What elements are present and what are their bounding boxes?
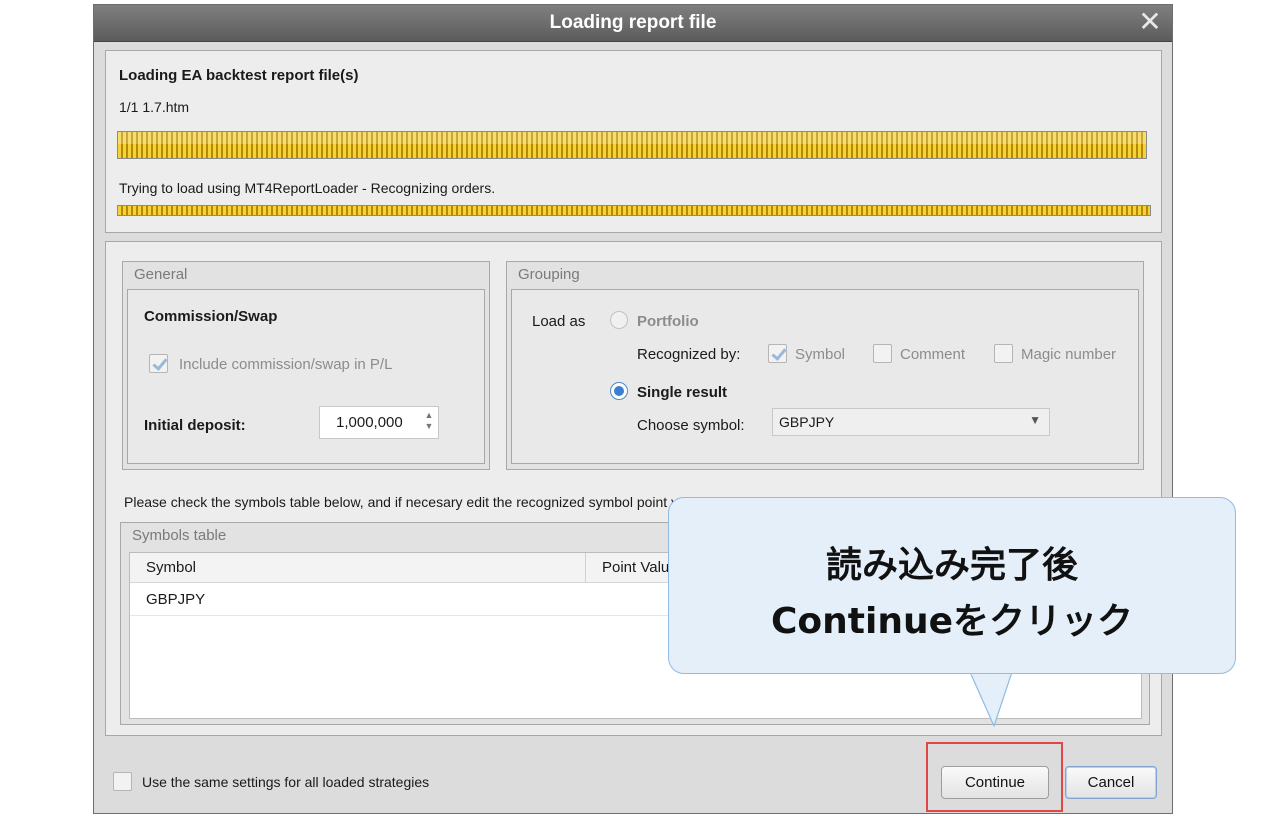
callout-pointer <box>969 671 1013 728</box>
magic-number-checkbox[interactable] <box>994 344 1013 363</box>
continue-highlight-box <box>926 742 1063 812</box>
same-settings-label: Use the same settings for all loaded str… <box>142 774 430 790</box>
chevron-down-icon: ▼ <box>1029 413 1041 427</box>
initial-deposit-stepper[interactable]: 1,000,000 ▲ ▼ <box>319 406 439 439</box>
include-commission-checkbox[interactable] <box>149 354 168 373</box>
stepper-arrows-icon[interactable]: ▲ ▼ <box>424 410 434 432</box>
status-text: Trying to load using MT4ReportLoader - R… <box>119 180 496 196</box>
grouping-group: Grouping Load as Portfolio Recognized by… <box>506 261 1144 470</box>
single-result-radio[interactable] <box>610 382 628 400</box>
recognized-by-label: Recognized by: <box>637 346 741 363</box>
symbol-checkbox[interactable] <box>768 344 787 363</box>
callout-line-2: Continueをクリック <box>770 601 1133 642</box>
file-progress-bar <box>117 131 1147 159</box>
portfolio-label: Portfolio <box>637 313 699 330</box>
comment-checkbox[interactable] <box>873 344 892 363</box>
comment-checkbox-label: Comment <box>900 346 966 363</box>
instruction-callout: 読み込み完了後 Continueをクリック <box>668 497 1236 674</box>
initial-deposit-value: 1,000,000 <box>336 414 403 431</box>
choose-symbol-select[interactable]: GBPJPY ▼ <box>772 408 1050 436</box>
grouping-group-title: Grouping <box>518 266 580 283</box>
title-bar: Loading report file ✕ <box>94 5 1172 42</box>
commission-box: Commission/Swap Include commission/swap … <box>127 289 485 464</box>
choose-symbol-label: Choose symbol: <box>637 417 745 434</box>
column-header-symbol[interactable]: Symbol <box>130 553 585 583</box>
dialog-title: Loading report file <box>549 12 717 33</box>
status-progress-bar <box>117 205 1151 216</box>
include-commission-label: Include commission/swap in P/L <box>179 356 393 373</box>
symbols-table-title: Symbols table <box>132 527 227 544</box>
general-group: General Commission/Swap Include commissi… <box>122 261 490 470</box>
grouping-box: Load as Portfolio Recognized by: Symbol … <box>511 289 1139 464</box>
choose-symbol-value: GBPJPY <box>779 414 835 430</box>
magic-number-label: Magic number <box>1021 346 1117 363</box>
portfolio-radio[interactable] <box>610 311 628 329</box>
load-as-label: Load as <box>532 313 586 330</box>
table-cell-symbol: GBPJPY <box>146 591 206 608</box>
loading-heading: Loading EA backtest report file(s) <box>119 67 359 84</box>
same-settings-checkbox[interactable] <box>113 772 132 791</box>
symbol-checkbox-label: Symbol <box>795 346 846 363</box>
general-group-title: General <box>134 266 188 283</box>
close-icon[interactable]: ✕ <box>1136 8 1164 36</box>
single-result-label: Single result <box>637 384 728 401</box>
initial-deposit-label: Initial deposit: <box>144 417 246 434</box>
callout-line-1: 読み込み完了後 <box>825 545 1078 586</box>
commission-heading: Commission/Swap <box>144 308 278 325</box>
loading-status-panel: Loading EA backtest report file(s) 1/1 1… <box>105 50 1162 233</box>
file-status-text: 1/1 1.7.htm <box>119 99 190 115</box>
cancel-button[interactable]: Cancel <box>1065 766 1157 799</box>
